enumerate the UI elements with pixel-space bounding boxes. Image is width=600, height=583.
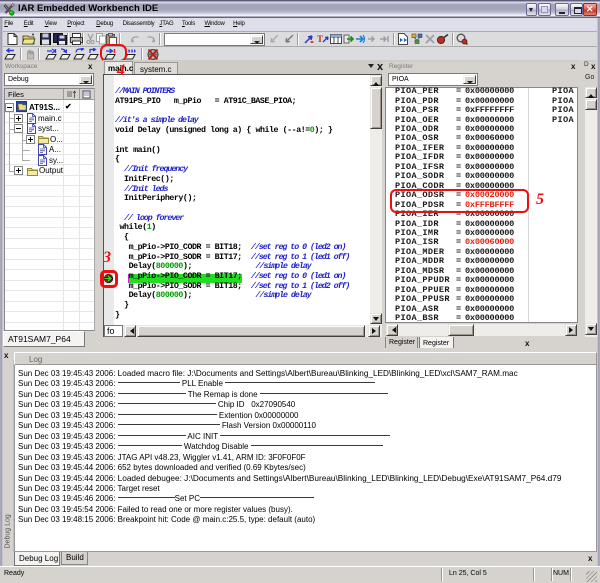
svg-text:T: T <box>317 34 323 44</box>
